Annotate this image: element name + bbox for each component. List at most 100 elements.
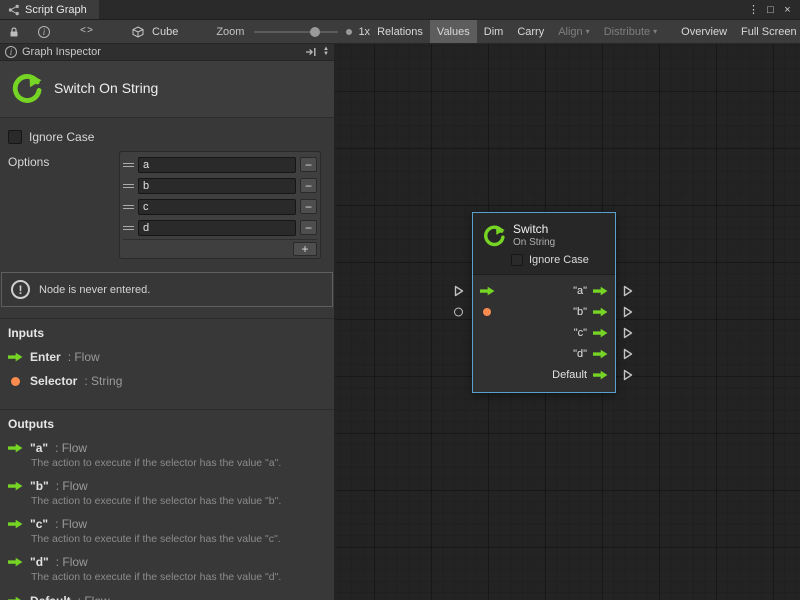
selector-value-port[interactable] bbox=[483, 308, 491, 316]
info-icon: i bbox=[5, 46, 17, 58]
switch-node-icon bbox=[482, 224, 505, 247]
flow-input-connector[interactable] bbox=[454, 285, 464, 297]
option-input-c[interactable] bbox=[138, 199, 296, 215]
graph-toolbar: i <> Cube Zoom 1x Relations Values Dim C… bbox=[0, 20, 800, 44]
code-view-icon[interactable]: <> bbox=[76, 26, 98, 37]
port-type: : Flow bbox=[56, 555, 88, 569]
port-type: : Flow bbox=[56, 479, 88, 493]
drag-handle-icon[interactable] bbox=[123, 184, 134, 188]
dim-button[interactable]: Dim bbox=[477, 20, 511, 43]
flow-output-connector[interactable] bbox=[623, 369, 633, 381]
option-input-d[interactable] bbox=[138, 220, 296, 236]
node-title: Switch bbox=[513, 222, 555, 236]
flow-output-connector[interactable] bbox=[623, 348, 633, 360]
remove-option-button[interactable]: − bbox=[300, 220, 317, 235]
node-port-row-a: "a" bbox=[473, 280, 615, 301]
graph-inspector-panel: i Graph Inspector ▲ ▼ Switch On String I… bbox=[0, 44, 335, 600]
option-input-a[interactable] bbox=[138, 157, 296, 173]
node-port-row-b: "b" bbox=[473, 301, 615, 322]
node-title-band: Switch On String bbox=[0, 61, 334, 118]
relations-button[interactable]: Relations bbox=[370, 20, 430, 43]
options-row: Options − − − bbox=[0, 148, 334, 259]
lock-icon-glyph bbox=[8, 26, 20, 38]
main-area: i Graph Inspector ▲ ▼ Switch On String I… bbox=[0, 44, 800, 600]
selector-input-connector[interactable] bbox=[454, 307, 463, 316]
flow-arrow-icon bbox=[8, 596, 23, 600]
outputs-heading: Outputs bbox=[8, 417, 326, 431]
zoom-knob[interactable] bbox=[310, 27, 320, 37]
drag-handle-icon[interactable] bbox=[123, 163, 134, 167]
script-graph-icon bbox=[8, 4, 20, 16]
drag-handle-icon[interactable] bbox=[123, 205, 134, 209]
zoom-value: 1x bbox=[358, 26, 370, 38]
warning-text: Node is never entered. bbox=[39, 284, 150, 296]
info-glyph: i bbox=[10, 47, 13, 57]
remove-option-button[interactable]: − bbox=[300, 199, 317, 214]
node-header[interactable]: Switch On String Ignore Case bbox=[473, 213, 615, 275]
zoom-slider[interactable]: 1x bbox=[244, 26, 370, 38]
output-port-d: "d" : Flow bbox=[8, 555, 326, 569]
flow-output-port[interactable] bbox=[593, 307, 608, 317]
port-name: Selector bbox=[30, 374, 77, 388]
window-controls: ⋮ □ × bbox=[745, 0, 800, 19]
port-name: Enter bbox=[30, 350, 61, 364]
ignore-case-checkbox[interactable] bbox=[8, 130, 22, 144]
inputs-heading: Inputs bbox=[8, 326, 326, 340]
dock-inspector-icon[interactable] bbox=[305, 47, 317, 57]
inspector-header-icons: ▲ ▼ bbox=[305, 47, 329, 57]
tab-script-graph[interactable]: Script Graph bbox=[0, 0, 99, 19]
port-description: The action to execute if the selector ha… bbox=[31, 533, 326, 546]
flow-output-connector[interactable] bbox=[623, 285, 633, 297]
distribute-button[interactable]: Distribute▾ bbox=[597, 20, 664, 43]
scroll-arrows-icon[interactable]: ▲ ▼ bbox=[323, 47, 329, 57]
zoom-dot-icon bbox=[346, 29, 352, 35]
remove-option-button[interactable]: − bbox=[300, 178, 317, 193]
full-screen-button[interactable]: Full Screen bbox=[734, 20, 800, 43]
port-description: The action to execute if the selector ha… bbox=[31, 495, 326, 508]
carry-button[interactable]: Carry bbox=[510, 20, 551, 43]
port-label: Default bbox=[552, 369, 587, 381]
flow-output-port[interactable] bbox=[593, 328, 608, 338]
maximize-icon[interactable]: □ bbox=[762, 4, 779, 16]
target-object-label[interactable]: Cube bbox=[152, 26, 178, 38]
flow-output-connector[interactable] bbox=[623, 306, 633, 318]
graph-canvas[interactable]: Switch On String Ignore Case bbox=[335, 44, 800, 600]
flow-output-port[interactable] bbox=[593, 286, 608, 296]
toolbar-buttons: Relations Values Dim Carry Align▾ Distri… bbox=[370, 20, 800, 43]
target-object-icon[interactable] bbox=[128, 26, 148, 38]
flow-output-connector[interactable] bbox=[623, 327, 633, 339]
close-icon[interactable]: × bbox=[779, 4, 796, 16]
option-item: − bbox=[123, 175, 317, 196]
flow-arrow-icon bbox=[8, 557, 23, 567]
option-input-b[interactable] bbox=[138, 178, 296, 194]
connector-triangle-icon bbox=[623, 327, 633, 339]
port-name: "c" bbox=[30, 517, 48, 531]
drag-handle-icon[interactable] bbox=[123, 226, 134, 230]
node-ignore-case-checkbox[interactable] bbox=[511, 254, 523, 266]
add-option-button[interactable]: + bbox=[293, 242, 317, 256]
flow-arrow-icon bbox=[8, 443, 23, 453]
connector-triangle-icon bbox=[454, 285, 464, 297]
inspector-header: i Graph Inspector ▲ ▼ bbox=[0, 44, 334, 61]
zoom-track[interactable] bbox=[254, 31, 338, 33]
flow-output-port[interactable] bbox=[593, 370, 608, 380]
window-menu-icon[interactable]: ⋮ bbox=[745, 3, 762, 16]
connector-triangle-icon bbox=[623, 348, 633, 360]
output-port-a: "a" : Flow bbox=[8, 441, 326, 455]
connector-triangle-icon bbox=[623, 369, 633, 381]
switch-node[interactable]: Switch On String Ignore Case bbox=[472, 212, 616, 393]
flow-input-port[interactable] bbox=[480, 286, 495, 296]
lock-icon[interactable] bbox=[4, 26, 24, 38]
align-button[interactable]: Align▾ bbox=[551, 20, 596, 43]
port-type: : Flow bbox=[55, 517, 87, 531]
values-button[interactable]: Values bbox=[430, 20, 477, 43]
overview-button[interactable]: Overview bbox=[674, 20, 734, 43]
value-port-icon bbox=[11, 377, 20, 386]
switch-node-icon bbox=[10, 72, 42, 104]
flow-output-port[interactable] bbox=[593, 349, 608, 359]
info-toggle-icon[interactable]: i bbox=[34, 26, 54, 38]
node-ignore-case-row: Ignore Case bbox=[473, 251, 615, 274]
remove-option-button[interactable]: − bbox=[300, 157, 317, 172]
ignore-case-row: Ignore Case bbox=[0, 118, 334, 148]
node-port-row-default: Default bbox=[473, 364, 615, 385]
